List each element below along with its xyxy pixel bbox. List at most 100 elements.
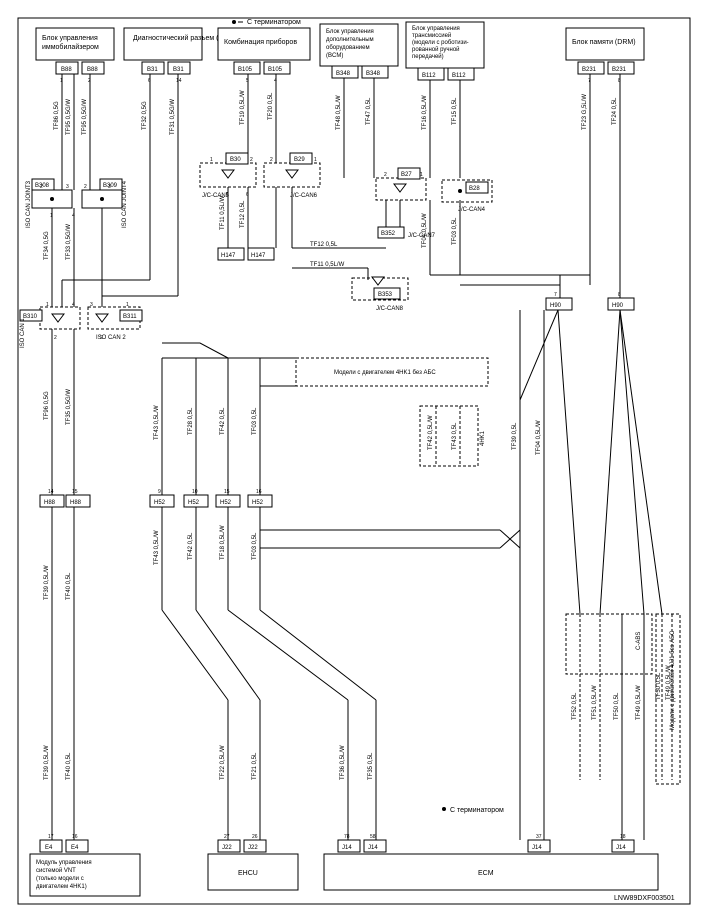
svg-text:TF40 0,5L: TF40 0,5L — [66, 572, 72, 600]
svg-text:ECM: ECM — [478, 870, 494, 877]
svg-text:TF04 0,5L/W: TF04 0,5L/W — [536, 420, 542, 455]
svg-text:TF47 0,5L: TF47 0,5L — [366, 97, 372, 125]
svg-text:H52: H52 — [220, 500, 232, 506]
svg-text:TF23 G,5L/W: TF23 G,5L/W — [582, 94, 588, 130]
svg-text:трансмиссией: трансмиссией — [412, 32, 451, 39]
block-instrument-label: Комбинация приборов — [224, 38, 297, 46]
svg-text:5: 5 — [246, 78, 249, 84]
svg-text:TF52 0,5L: TF52 0,5L — [572, 692, 578, 720]
svg-text:1: 1 — [420, 172, 423, 178]
svg-text:двигателем 4HK1): двигателем 4HK1) — [36, 884, 87, 890]
svg-text:TF42 0,5L/W: TF42 0,5L/W — [428, 415, 434, 450]
svg-text:B27: B27 — [401, 172, 412, 178]
svg-text:H90: H90 — [550, 303, 562, 309]
block-immobilizer-label2: иммобилайзером — [42, 43, 99, 51]
svg-text:TF31 0,5G/W: TF31 0,5G/W — [170, 99, 176, 135]
svg-text:1: 1 — [46, 302, 49, 308]
svg-text:15: 15 — [224, 489, 230, 495]
svg-text:14: 14 — [48, 489, 54, 495]
svg-text:3: 3 — [90, 302, 93, 308]
svg-text:H88: H88 — [70, 500, 82, 506]
svg-text:TF12 0,5L: TF12 0,5L — [240, 200, 246, 228]
svg-text:ISO CAN 1: ISO CAN 1 — [20, 318, 26, 348]
svg-text:7: 7 — [554, 292, 557, 298]
svg-text:B29: B29 — [294, 157, 305, 163]
svg-text:Блок управления: Блок управления — [326, 29, 374, 35]
svg-text:оборудованием: оборудованием — [326, 45, 370, 51]
svg-text:дополнительным: дополнительным — [326, 37, 374, 43]
svg-text:B231: B231 — [612, 67, 627, 73]
svg-text:TF03 0,5L: TF03 0,5L — [252, 407, 258, 435]
svg-text:TF40 0,5L: TF40 0,5L — [66, 752, 72, 780]
svg-text:4: 4 — [72, 213, 75, 219]
svg-text:TF18 0,5L/W: TF18 0,5L/W — [220, 525, 226, 560]
svg-text:27: 27 — [224, 834, 230, 840]
svg-text:TF50 0,5L: TF50 0,5L — [614, 692, 620, 720]
svg-text:B88: B88 — [87, 67, 98, 73]
svg-text:TF43 0,5L/W: TF43 0,5L/W — [154, 405, 160, 440]
svg-text:6: 6 — [148, 78, 151, 84]
svg-text:H52: H52 — [188, 500, 200, 506]
svg-text:C-ABS: C-ABS — [636, 632, 642, 650]
svg-text:TF39 0,5L/W: TF39 0,5L/W — [44, 745, 50, 780]
svg-text:E4: E4 — [45, 845, 53, 851]
svg-text:TF34 0,5G: TF34 0,5G — [44, 231, 50, 260]
svg-text:TF51 0,5L/W: TF51 0,5L/W — [592, 685, 598, 720]
svg-text:(только модели с: (только модели с — [36, 876, 84, 882]
svg-text:TF03 0,5L: TF03 0,5L — [452, 217, 458, 245]
svg-text:5: 5 — [226, 192, 229, 198]
svg-text:TF33 0,5G/W: TF33 0,5G/W — [66, 224, 72, 260]
svg-text:J22: J22 — [248, 845, 258, 851]
svg-text:6: 6 — [246, 192, 249, 198]
svg-text:B311: B311 — [123, 314, 137, 320]
svg-text:2: 2 — [88, 78, 91, 84]
svg-text:(BCM): (BCM) — [326, 53, 343, 59]
svg-text:B112: B112 — [422, 73, 436, 79]
svg-text:8: 8 — [618, 78, 621, 84]
svg-text:37: 37 — [536, 834, 542, 840]
svg-text:TF16 0,5L/W: TF16 0,5L/W — [422, 95, 428, 130]
svg-text:TF42 0,5L: TF42 0,5L — [220, 407, 226, 435]
svg-text:14: 14 — [176, 78, 182, 84]
svg-text:TF04 0,5L/W: TF04 0,5L/W — [422, 213, 428, 248]
svg-text:H147: H147 — [221, 253, 236, 259]
block-dlc — [124, 28, 202, 60]
svg-text:7: 7 — [588, 78, 591, 84]
svg-text:J14: J14 — [368, 845, 378, 851]
svg-text:J22: J22 — [222, 845, 232, 851]
svg-text:16: 16 — [256, 489, 262, 495]
svg-text:(модели с роботизи-: (модели с роботизи- — [412, 40, 469, 46]
svg-text:TF22 0,5L/W: TF22 0,5L/W — [220, 745, 226, 780]
svg-text:H88: H88 — [44, 500, 56, 506]
svg-text:TF20 0,5L: TF20 0,5L — [268, 92, 274, 120]
svg-text:8: 8 — [618, 292, 621, 298]
svg-text:EHCU: EHCU — [238, 870, 258, 877]
svg-text:TF35 0,5G/W: TF35 0,5G/W — [66, 389, 72, 425]
svg-text:TF42 0,5L: TF42 0,5L — [188, 532, 194, 560]
svg-text:26: 26 — [252, 834, 258, 840]
svg-text:TF12 0,5L: TF12 0,5L — [310, 242, 338, 248]
svg-text:B105: B105 — [238, 67, 253, 73]
svg-text:18: 18 — [620, 834, 626, 840]
svg-text:B31: B31 — [147, 67, 158, 73]
svg-text:системой VNT: системой VNT — [36, 867, 76, 874]
terminator-bottom: С терминатором — [450, 807, 504, 814]
svg-text:TF36 0,5L/W: TF36 0,5L/W — [340, 745, 346, 780]
svg-text:Модуль управления: Модуль управления — [36, 860, 92, 866]
svg-text:B28: B28 — [469, 186, 480, 192]
arrow-dot — [232, 20, 236, 24]
svg-text:TF39 0,5L/W: TF39 0,5L/W — [44, 565, 50, 600]
svg-text:TF11 0,5L/W: TF11 0,5L/W — [220, 195, 226, 230]
terminator-top: С терминатором — [247, 19, 301, 26]
svg-text:2: 2 — [384, 172, 387, 178]
svg-text:TF50 0,5L: TF50 0,5L — [656, 672, 662, 700]
svg-text:TF19 0,5L/W: TF19 0,5L/W — [240, 90, 246, 125]
svg-text:J/C-CAN6: J/C-CAN6 — [290, 193, 318, 199]
svg-text:16: 16 — [72, 834, 78, 840]
svg-text:J/C-CAN8: J/C-CAN8 — [376, 306, 404, 312]
svg-text:2: 2 — [250, 157, 253, 163]
svg-text:2: 2 — [270, 157, 273, 163]
svg-text:9: 9 — [158, 489, 161, 495]
svg-text:B348: B348 — [366, 71, 381, 77]
svg-text:B105: B105 — [268, 67, 283, 73]
